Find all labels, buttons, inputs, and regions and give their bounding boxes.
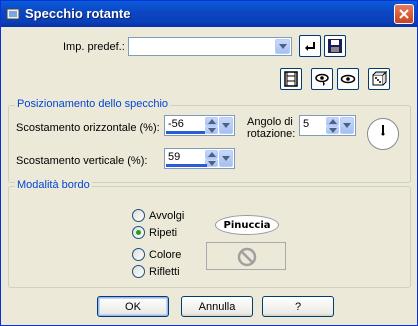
color-swatch-disabled [206, 242, 286, 270]
dial-needle-icon [381, 125, 385, 136]
h-offset-bar [166, 131, 205, 134]
angle-dial[interactable] [367, 118, 399, 150]
randomize-button[interactable] [368, 68, 390, 90]
preset-label: Imp. predef.: [63, 41, 125, 53]
radio-rifletti[interactable]: Rifletti [132, 265, 180, 278]
arrow-down-icon [208, 127, 216, 133]
angle-updown[interactable] [326, 117, 339, 134]
close-icon [399, 9, 409, 19]
chevron-down-icon [222, 122, 230, 128]
preset-dropdown-arrow[interactable] [275, 39, 290, 54]
v-offset-label: Scostamento verticale (%): [16, 155, 148, 167]
v-offset-spinner[interactable]: 59 [164, 148, 235, 169]
proof-button[interactable] [311, 68, 333, 90]
arrow-down-icon [329, 127, 337, 133]
dice-icon [372, 71, 387, 86]
h-offset-value: -56 [168, 118, 184, 130]
watermark-logo: Pinuccia [215, 215, 279, 235]
radio-button-selected[interactable] [132, 226, 145, 239]
radio-button[interactable] [132, 248, 145, 261]
angle-spinner[interactable]: 5 [299, 115, 356, 136]
v-offset-value: 59 [168, 151, 181, 163]
arrow-up-icon [329, 119, 337, 124]
no-entry-icon [237, 247, 257, 267]
title-bar[interactable]: Specchio rotante [1, 1, 417, 27]
eye-icon [340, 74, 356, 84]
arrow-up-icon [208, 119, 216, 124]
film-strip-icon [284, 71, 298, 87]
h-offset-spinner[interactable]: -56 [164, 115, 235, 136]
radio-label: Rifletti [149, 265, 180, 278]
arrow-up-icon [208, 152, 216, 157]
h-offset-label: Scostamento orizzontale (%): [16, 122, 160, 134]
chevron-down-icon [279, 43, 287, 49]
preset-combo[interactable] [128, 37, 292, 56]
v-offset-dropdown[interactable] [219, 150, 233, 167]
v-offset-bar [166, 164, 207, 167]
angle-dropdown[interactable] [340, 117, 354, 134]
radio-button[interactable] [132, 265, 145, 278]
reset-button[interactable] [299, 35, 321, 57]
floppy-disk-icon [328, 39, 342, 53]
radio-avvolgi[interactable]: Avvolgi [132, 209, 184, 222]
preview-toggle-button[interactable] [280, 68, 302, 90]
h-offset-dropdown[interactable] [219, 117, 233, 134]
dialog-window: Specchio rotante Imp. predef.: Posiziona… [0, 0, 418, 326]
radio-button[interactable] [132, 209, 145, 222]
h-offset-updown[interactable] [205, 117, 218, 134]
angle-value: 5 [303, 118, 310, 130]
radio-label: Colore [149, 248, 182, 261]
eye-pointer-icon [315, 73, 329, 86]
radio-colore[interactable]: Colore [132, 248, 181, 261]
save-preset-button[interactable] [324, 35, 346, 57]
auto-proof-button[interactable] [337, 68, 359, 90]
chevron-down-icon [343, 122, 351, 128]
close-button[interactable] [394, 4, 414, 24]
ok-button[interactable]: OK [97, 296, 169, 317]
radio-ripeti[interactable]: Ripeti [132, 226, 177, 239]
chevron-down-icon [222, 155, 230, 161]
undo-arrow-icon [305, 42, 315, 51]
angle-label-line1: Angolo di [247, 116, 293, 128]
app-icon [6, 8, 20, 20]
radio-label: Avvolgi [149, 209, 185, 222]
radio-label: Ripeti [149, 226, 178, 239]
window-title: Specchio rotante [25, 6, 131, 21]
edge-mode-group [8, 186, 411, 288]
mirror-position-legend: Posizionamento dello specchio [15, 98, 171, 110]
cancel-button[interactable]: Annulla [181, 296, 253, 317]
help-button[interactable]: ? [262, 296, 334, 317]
arrow-down-icon [208, 160, 216, 166]
edge-mode-legend: Modalità bordo [15, 179, 92, 191]
angle-label-line2: rotazione: [247, 128, 296, 140]
